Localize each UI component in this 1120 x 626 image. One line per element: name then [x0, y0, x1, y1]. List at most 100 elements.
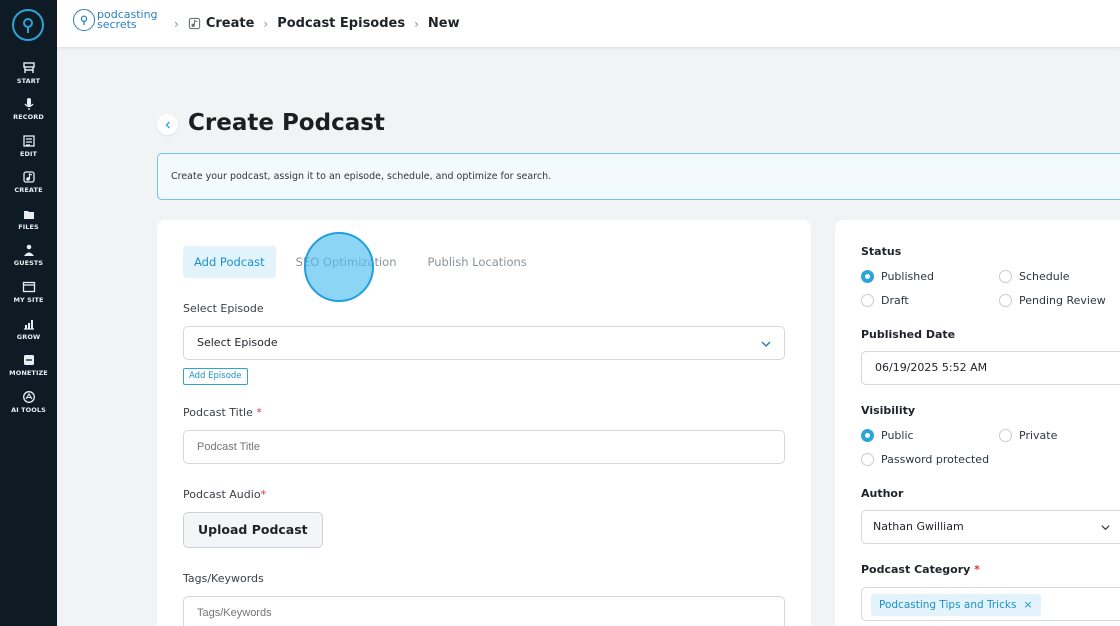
- status-schedule-radio[interactable]: Schedule: [999, 270, 1070, 283]
- status-schedule-label: Schedule: [1019, 270, 1070, 283]
- nav-edit[interactable]: EDIT: [0, 134, 57, 158]
- status-draft-radio[interactable]: Draft: [861, 294, 909, 307]
- top-bar: podcasting secrets › Create › Podcast Ep…: [57, 0, 1120, 48]
- select-episode-label: Select Episode: [183, 302, 264, 315]
- status-published-label: Published: [881, 270, 934, 283]
- form-tabs: Add Podcast SEO Optimization Publish Loc…: [183, 246, 547, 278]
- visibility-public-radio[interactable]: Public: [861, 429, 914, 442]
- radio-icon: [861, 294, 874, 307]
- breadcrumb-new: New: [427, 16, 460, 31]
- files-icon: [23, 211, 34, 219]
- visibility-private-radio[interactable]: Private: [999, 429, 1057, 442]
- upload-podcast-button[interactable]: Upload Podcast: [183, 512, 323, 548]
- tags-label: Tags/Keywords: [183, 572, 264, 585]
- podcast-form-card: Add Podcast SEO Optimization Publish Loc…: [157, 220, 811, 626]
- create-icon: [188, 17, 200, 30]
- required-marker: *: [974, 563, 980, 576]
- brand-name-line2: secrets: [97, 18, 137, 31]
- radio-selected-icon: [861, 270, 874, 283]
- nav-files-label: FILES: [18, 223, 39, 231]
- nav-grow[interactable]: GROW: [0, 317, 57, 341]
- podcast-category-label: Podcast Category *: [861, 563, 980, 576]
- nav-monetize[interactable]: MONETIZE: [0, 353, 57, 377]
- status-published-radio[interactable]: Published: [861, 270, 934, 283]
- guests-icon: [23, 244, 34, 256]
- app-logo-icon[interactable]: [12, 9, 44, 41]
- nav-create[interactable]: CREATE: [0, 170, 57, 194]
- nav-monetize-label: MONETIZE: [9, 369, 48, 377]
- status-draft-label: Draft: [881, 294, 909, 307]
- radio-icon: [999, 294, 1012, 307]
- info-banner: Create your podcast, assign it to an epi…: [157, 153, 1120, 200]
- podcast-title-label: Podcast Title *: [183, 406, 262, 419]
- page-title: Create Podcast: [188, 110, 385, 136]
- visibility-label: Visibility: [861, 404, 916, 417]
- brand-mark-icon: [73, 9, 95, 31]
- chevron-right-icon: ›: [414, 16, 419, 31]
- close-icon[interactable]: ×: [1023, 594, 1032, 616]
- info-text: Create your podcast, assign it to an epi…: [171, 171, 552, 182]
- nav-record[interactable]: RECORD: [0, 97, 57, 121]
- ai-tools-icon: [22, 391, 35, 403]
- tab-seo-optimization[interactable]: SEO Optimization: [285, 246, 408, 278]
- nav-ai-tools-label: AI TOOLS: [11, 406, 46, 414]
- chevron-right-icon: ›: [174, 16, 179, 31]
- breadcrumb: › Create › Podcast Episodes › New: [165, 16, 460, 31]
- status-label: Status: [861, 245, 902, 258]
- visibility-password-label: Password protected: [881, 453, 990, 466]
- site-icon: [22, 281, 35, 293]
- nav-ai-tools[interactable]: AI TOOLS: [0, 390, 57, 414]
- author-value: Nathan Gwilliam: [873, 520, 964, 533]
- back-button[interactable]: [157, 114, 178, 135]
- nav-record-label: RECORD: [13, 113, 44, 121]
- published-date-input[interactable]: 06/19/2025 5:52 AM: [861, 351, 1120, 385]
- nav-grow-label: GROW: [16, 333, 41, 341]
- podcast-title-label-text: Podcast Title: [183, 406, 253, 419]
- radio-selected-icon: [861, 429, 874, 442]
- grow-icon: [23, 320, 34, 330]
- chevron-down-icon: [1101, 525, 1110, 531]
- publish-settings-card: Status Published Schedule Draft Pending …: [835, 220, 1120, 626]
- nav-my-site[interactable]: MY SITE: [0, 280, 57, 304]
- visibility-password-radio[interactable]: Password protected: [861, 453, 989, 466]
- podcast-category-label-text: Podcast Category: [861, 563, 971, 576]
- select-episode-value: Select Episode: [197, 336, 278, 349]
- radio-icon: [999, 429, 1012, 442]
- chevron-down-icon: [761, 341, 771, 348]
- tab-add-podcast[interactable]: Add Podcast: [183, 246, 276, 278]
- tags-input[interactable]: [183, 596, 785, 626]
- nav-edit-label: EDIT: [19, 150, 38, 158]
- podcast-title-input[interactable]: [183, 430, 785, 464]
- nav-guests-label: GUESTS: [13, 259, 44, 267]
- add-episode-button[interactable]: Add Episode: [183, 368, 248, 385]
- start-icon: [22, 62, 35, 73]
- chevron-right-icon: ›: [263, 16, 269, 31]
- podcast-audio-label: Podcast Audio*: [183, 488, 266, 501]
- published-date-label: Published Date: [861, 328, 956, 341]
- author-label: Author: [861, 487, 904, 500]
- visibility-private-label: Private: [1019, 429, 1058, 442]
- nav-files[interactable]: FILES: [0, 207, 57, 231]
- nav-my-site-label: MY SITE: [13, 296, 44, 304]
- brand-logo[interactable]: podcasting secrets: [73, 9, 158, 31]
- select-episode-dropdown[interactable]: Select Episode: [183, 326, 785, 360]
- radio-icon: [999, 270, 1012, 283]
- left-sidebar: START RECORD EDIT CREATE FILES GUESTS MY…: [0, 0, 57, 626]
- edit-icon: [22, 135, 35, 147]
- required-marker: *: [260, 488, 267, 501]
- nav-guests[interactable]: GUESTS: [0, 243, 57, 267]
- breadcrumb-podcast-episodes[interactable]: Podcast Episodes: [277, 16, 405, 31]
- nav-start-label: START: [16, 77, 41, 85]
- breadcrumb-create[interactable]: Create: [206, 16, 255, 31]
- create-icon: [22, 171, 35, 183]
- author-select[interactable]: Nathan Gwilliam: [861, 510, 1120, 544]
- radio-icon: [861, 453, 874, 466]
- status-pending-review-radio[interactable]: Pending Review: [999, 294, 1106, 307]
- chevron-left-icon: [165, 121, 170, 128]
- category-chip-label: Podcasting Tips and Tricks: [879, 599, 1017, 611]
- podcast-audio-label-text: Podcast Audio: [183, 488, 261, 501]
- category-chip: Podcasting Tips and Tricks ×: [871, 594, 1041, 616]
- tab-publish-locations[interactable]: Publish Locations: [417, 246, 538, 278]
- monetize-icon: [23, 355, 34, 365]
- nav-start[interactable]: START: [0, 61, 57, 85]
